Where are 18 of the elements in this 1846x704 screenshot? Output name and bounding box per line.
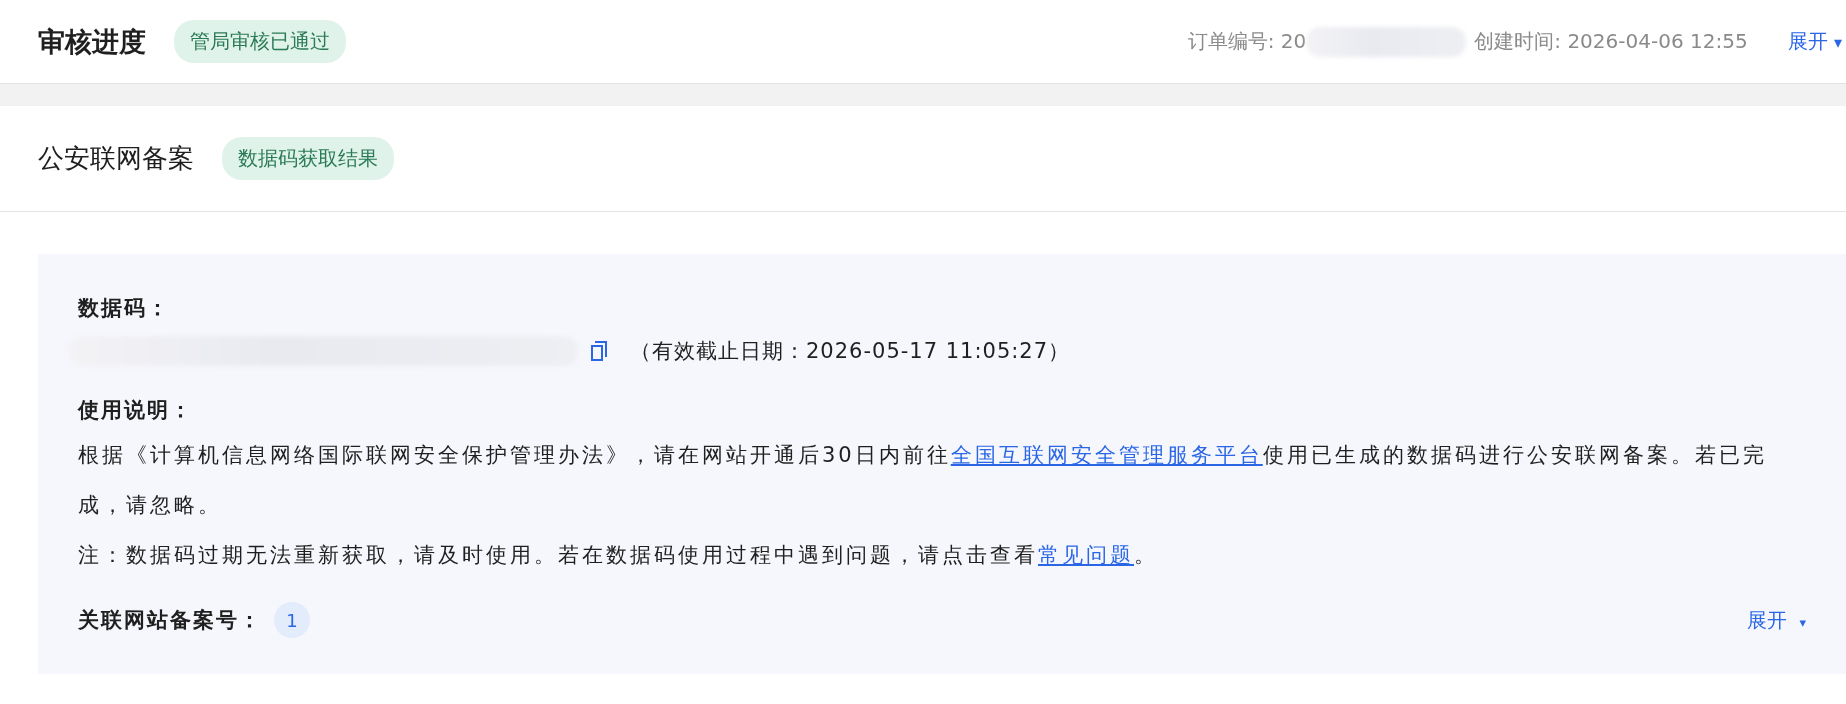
- text-link[interactable]: 全国互联网安全管理服务平台: [950, 443, 1263, 467]
- copy-icon[interactable]: [590, 340, 608, 362]
- usage-label: 使用说明：: [78, 397, 194, 424]
- result-badge: 数据码获取结果: [222, 137, 394, 180]
- code-label: 数据码：: [78, 295, 171, 322]
- related-label: 关联网站备案号：: [78, 607, 262, 634]
- status-badge: 管局审核已通过: [174, 20, 346, 63]
- order-number: 订单编号: 20: [1187, 28, 1307, 55]
- count-badge: 1: [274, 602, 310, 638]
- page-title: 审核进度: [38, 24, 146, 59]
- expand-link[interactable]: 展开 ▾: [1787, 28, 1842, 55]
- expand-link[interactable]: 展开 ▾: [1747, 606, 1806, 634]
- expiry-date: （有效截止日期：2026-05-17 11:05:27）: [630, 338, 1071, 365]
- text-link[interactable]: 常见问题: [1038, 543, 1134, 567]
- created-time: 创建时间: 2026-04-06 12:55: [1474, 28, 1748, 55]
- usage-text: 注：数据码过期无法重新获取，请及时使用。若在数据码使用过程中遇到问题，请点击查看常见问题。: [78, 542, 1159, 569]
- section-title: 公安联网备案: [38, 142, 194, 175]
- usage-text: 根据《计算机信息网络国际联网安全保护管理办法》，请在网站开通后30日内前往全国互联网安全管理服务平台 使用已生成的数据码进行公安联网备案。若已完成，请忽略。: [78, 442, 1768, 519]
